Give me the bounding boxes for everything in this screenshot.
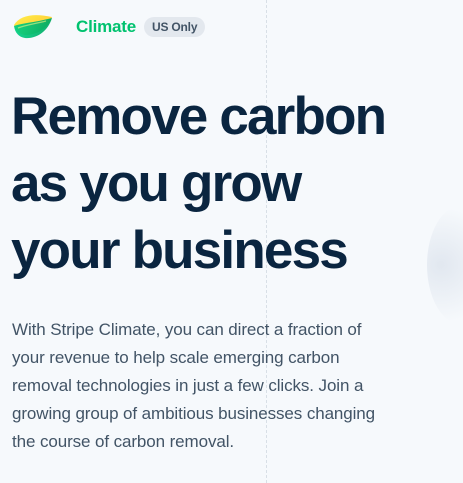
hero-description: With Stripe Climate, you can direct a fr… [12,316,437,456]
stripe-climate-logo-icon[interactable] [12,13,54,41]
hero-description-line: your revenue to help scale emerging carb… [12,348,340,367]
hero-description-line: the course of carbon removal. [12,432,234,451]
page: Climate US Only Remove carbon as you gro… [0,0,463,483]
site-header: Climate US Only [12,12,206,42]
hero-title-line: as you grow [11,154,302,213]
hero-description-line: removal technologies in just a few click… [12,376,364,395]
brand-name[interactable]: Climate [76,17,136,37]
hero-description-line: With Stripe Climate, you can direct a fr… [12,320,362,339]
hero-title-line: Remove carbon [11,87,387,146]
region-badge: US Only [144,17,206,37]
hero-title: Remove carbon as you grow your business [11,83,431,284]
decorative-edge-shadow [427,205,463,325]
hero-description-line: growing group of ambitious businesses ch… [12,404,376,423]
hero-title-line: your business [11,221,349,280]
